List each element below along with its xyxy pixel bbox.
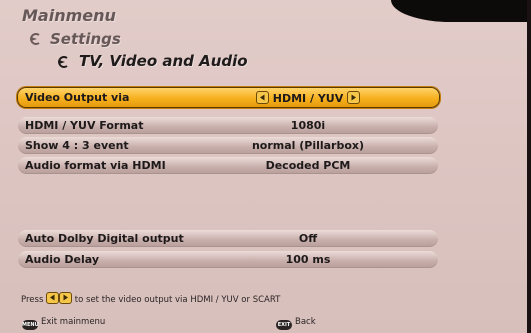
setting-value[interactable]: HDMI / YUV: [213, 91, 403, 105]
setting-label: Show 4 : 3 event: [25, 139, 129, 152]
exit-mainmenu-action[interactable]: MENU Exit mainmenu: [22, 317, 105, 330]
setting-value: normal (Pillarbox): [251, 139, 365, 152]
setting-value: Off: [298, 232, 318, 245]
overscan-corner: [391, 0, 531, 22]
setting-value-text: HDMI / YUV: [272, 92, 344, 105]
left-key-icon: [46, 292, 60, 304]
left-arrow-icon[interactable]: [255, 91, 269, 104]
setting-row-audio-delay[interactable]: Audio Delay 100 ms: [18, 251, 438, 268]
setting-value: 100 ms: [285, 253, 331, 266]
help-hint: Press to set the video output via HDMI /…: [21, 292, 280, 305]
right-key-icon: [59, 292, 73, 304]
exit-key-icon: EXIT: [276, 320, 292, 330]
curved-arrow-icon: [30, 33, 40, 45]
setting-row-video-output[interactable]: Video Output via HDMI / YUV: [17, 87, 440, 108]
setting-row-hdmi-format[interactable]: HDMI / YUV Format 1080i: [18, 117, 438, 134]
back-action[interactable]: EXIT Back: [276, 317, 316, 330]
right-arrow-icon[interactable]: [347, 91, 361, 104]
setting-value: 1080i: [290, 119, 326, 132]
overscan-edge: [527, 0, 531, 333]
setting-label: Audio format via HDMI: [25, 159, 166, 172]
breadcrumb-settings[interactable]: Settings: [50, 30, 121, 48]
setting-value: Decoded PCM: [265, 159, 351, 172]
hint-text: to set the video output via HDMI / YUV o…: [74, 295, 281, 305]
setting-row-auto-dolby[interactable]: Auto Dolby Digital output Off: [18, 230, 438, 247]
breadcrumb-mainmenu[interactable]: Mainmenu: [22, 6, 116, 25]
setting-row-show-43[interactable]: Show 4 : 3 event normal (Pillarbox): [18, 137, 438, 154]
setting-row-audio-format[interactable]: Audio format via HDMI Decoded PCM: [18, 157, 438, 174]
setting-label: Auto Dolby Digital output: [25, 232, 184, 245]
page-title: TV, Video and Audio: [79, 52, 248, 70]
exit-mainmenu-label: Exit mainmenu: [41, 317, 106, 327]
setting-label: Video Output via: [25, 91, 130, 104]
curved-arrow-icon: [58, 56, 68, 68]
back-label: Back: [295, 317, 316, 327]
tv-settings-screen: Mainmenu Settings TV, Video and Audio Vi…: [0, 0, 531, 333]
setting-label: Audio Delay: [25, 253, 99, 266]
menu-key-icon: MENU: [22, 320, 39, 330]
hint-prefix: Press: [21, 295, 44, 305]
setting-label: HDMI / YUV Format: [25, 119, 144, 132]
